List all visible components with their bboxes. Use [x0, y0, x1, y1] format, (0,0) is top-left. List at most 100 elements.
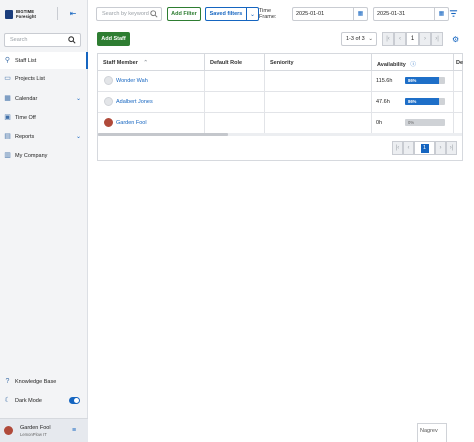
prev-page-button[interactable]: ‹	[403, 141, 414, 155]
cell-seniority[interactable]	[265, 71, 372, 91]
sidebar-item-projects-list[interactable]: ▭ Projects List	[0, 70, 88, 87]
user-org: LemonPlow IT	[20, 432, 47, 437]
chevron-down-icon: ⌄	[368, 36, 373, 42]
saved-filters-dropdown-icon[interactable]: ⌄	[247, 7, 259, 21]
sidebar-item-staff-list[interactable]: ⚲ Staff List	[0, 52, 88, 69]
table-header: Staff Member ⌃ Default Role Seniority Av…	[98, 54, 463, 71]
logo-divider	[57, 7, 58, 20]
cell-staff-member: Garden Fool	[98, 113, 205, 133]
last-page-button[interactable]: ›|	[446, 141, 457, 155]
sidebar-item-reports[interactable]: ▤ Reports ⌄	[0, 128, 88, 145]
help-icon: ?	[5, 378, 10, 385]
gear-icon[interactable]: ⚙	[452, 35, 459, 44]
avatar	[104, 118, 113, 127]
page-range-select[interactable]: 1-3 of 3 ⌄	[341, 32, 377, 46]
availability-hours: 0h	[376, 120, 383, 126]
date-to-field[interactable]: 2025-01-31 ▦	[373, 7, 449, 21]
add-filter-button[interactable]: Add Filter	[167, 7, 201, 21]
people-icon: ⚲	[4, 57, 11, 64]
clock-icon: ▣	[4, 114, 11, 121]
date-from-value: 2025-01-01	[296, 11, 325, 17]
cell-availability: 0h 0%	[372, 113, 454, 133]
user-name: Garden Fool	[20, 425, 51, 431]
sidebar-item-my-company[interactable]: ▥ My Company	[0, 147, 88, 164]
table-row: Wonder Wah 115.6h 86%	[98, 71, 462, 92]
availability-bar: 0%	[405, 119, 445, 126]
table-row: Garden Fool 0h 0%	[98, 113, 462, 134]
availability-percent: 86%	[408, 78, 417, 83]
user-profile[interactable]: Garden Fool LemonPlow IT ≡	[0, 418, 88, 442]
page-number-button[interactable]: 1	[406, 32, 419, 46]
app-logo[interactable]: BIGTIME Foresight	[5, 6, 65, 22]
prev-page-button[interactable]: ‹	[394, 32, 406, 46]
sidebar-item-label: Time Off	[15, 114, 36, 121]
cell-seniority[interactable]	[265, 113, 372, 133]
calendar-icon[interactable]: ▦	[434, 8, 448, 20]
cell-seniority[interactable]	[265, 92, 372, 112]
calendar-icon[interactable]: ▦	[353, 8, 367, 20]
staff-name-link[interactable]: Garden Fool	[116, 120, 147, 126]
search-placeholder: Search by keyword	[102, 11, 149, 17]
column-header-availability[interactable]: Availability ⓘ	[372, 54, 454, 71]
avatar	[104, 97, 113, 106]
dark-mode-toggle[interactable]	[69, 397, 80, 404]
sidebar-item-label: Reports	[15, 133, 35, 140]
cell-default-role[interactable]	[205, 71, 265, 91]
saved-filters-button[interactable]: Saved filters	[205, 7, 247, 21]
page-number-button[interactable]: 1	[414, 141, 435, 155]
search-icon[interactable]	[68, 36, 76, 44]
date-to-value: 2025-01-31	[377, 11, 406, 17]
sort-icon[interactable]: ⌃	[143, 60, 148, 66]
filter-lines-icon[interactable]	[449, 9, 458, 18]
report-icon: ▤	[4, 133, 11, 140]
date-from-field[interactable]: 2025-01-01 ▦	[292, 7, 368, 21]
time-frame-label: Time Frame:	[259, 8, 277, 20]
cell-default-role[interactable]	[205, 92, 265, 112]
sidebar-item-label: Staff List	[15, 57, 37, 64]
calendar-icon: ▦	[4, 95, 11, 102]
building-icon: ▥	[4, 152, 11, 159]
search-icon[interactable]	[150, 10, 158, 18]
sidebar-item-time-off[interactable]: ▣ Time Off	[0, 109, 88, 126]
availability-percent: 0%	[408, 120, 415, 125]
availability-percent: 86%	[408, 99, 417, 104]
availability-bar: 86%	[405, 77, 445, 84]
table-row: Adalbert Jones 47.6h 86%	[98, 92, 462, 113]
menu-icon[interactable]: ≡	[72, 427, 76, 434]
column-header-default-role[interactable]: Default Role	[205, 54, 265, 71]
logo-mark-icon	[5, 9, 13, 19]
column-header-staff-member[interactable]: Staff Member ⌃	[98, 54, 205, 71]
page-range-text: 1-3 of 3	[346, 36, 365, 42]
sidebar-item-label: Projects List	[15, 75, 45, 82]
sidebar-item-knowledge-base[interactable]: ? Knowledge Base	[0, 373, 88, 390]
staff-name-link[interactable]: Wonder Wah	[116, 78, 148, 84]
keyword-search-input[interactable]: Search by keyword	[96, 7, 162, 21]
first-page-button[interactable]: |‹	[382, 32, 394, 46]
avatar	[104, 76, 113, 85]
availability-hours: 47.6h	[376, 99, 390, 105]
info-icon[interactable]: ⓘ	[410, 62, 416, 68]
horizontal-scrollbar[interactable]	[98, 133, 228, 136]
current-page-text: 1	[410, 36, 415, 42]
sidebar: BIGTIME Foresight ⇤ Search ⚲ Staff List …	[0, 0, 88, 442]
collapse-sidebar-icon[interactable]: ⇤	[68, 9, 78, 18]
cell-availability: 47.6h 86%	[372, 92, 454, 112]
next-page-button[interactable]: ›	[435, 141, 446, 155]
current-page-text: 1	[420, 143, 429, 153]
column-header-truncated[interactable]: De	[454, 54, 463, 71]
availability-hours: 115.6h	[376, 78, 393, 84]
last-page-button[interactable]: ›|	[431, 32, 443, 46]
add-staff-button[interactable]: Add Staff	[97, 32, 130, 46]
sidebar-item-calendar[interactable]: ▦ Calendar ⌄	[0, 90, 88, 107]
next-page-button[interactable]: ›	[419, 32, 431, 46]
column-header-seniority[interactable]: Seniority	[265, 54, 372, 71]
first-page-button[interactable]: |‹	[392, 141, 403, 155]
sidebar-search-input[interactable]: Search	[4, 33, 81, 47]
sidebar-item-label: Dark Mode	[15, 397, 42, 404]
staff-name-link[interactable]: Adalbert Jones	[116, 99, 153, 105]
footer-tab[interactable]: Nagrev	[417, 423, 447, 442]
cell-availability: 115.6h 86%	[372, 71, 454, 91]
logo-line2: Foresight	[16, 14, 36, 19]
cell-default-role[interactable]	[205, 113, 265, 133]
sidebar-search-placeholder: Search	[10, 37, 28, 43]
